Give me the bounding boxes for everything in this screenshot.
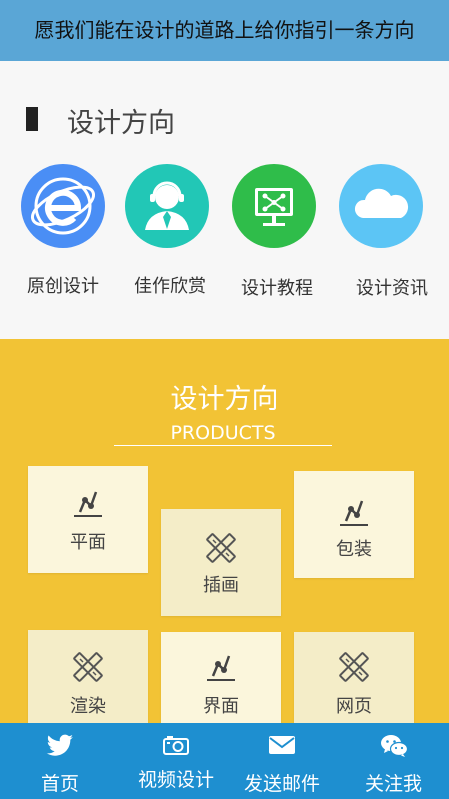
products-title: 设计方向 xyxy=(170,384,279,415)
nav-home[interactable]: 首页 xyxy=(0,723,120,799)
section-marker xyxy=(26,107,38,131)
pencil-ruler-icon xyxy=(206,533,236,563)
banner-text: 愿我们能在设计的道路上给你指引一条方向 xyxy=(34,18,415,42)
circle-label-showcase[interactable]: 佳作欣赏 xyxy=(122,272,218,298)
ie-browser-icon xyxy=(31,177,95,235)
nav-label: 发送邮件 xyxy=(243,773,320,795)
nav-label: 关注我 xyxy=(364,773,422,795)
bottom-nav: 首页 视频设计 发送邮件 关注我 xyxy=(0,723,449,799)
card-label: 渲染 xyxy=(70,696,106,717)
card-graphic[interactable]: 平面 xyxy=(28,466,148,573)
support-agent-icon xyxy=(145,181,189,230)
card-packaging[interactable]: 包装 xyxy=(294,471,414,578)
products-subtitle: PRODUCTS xyxy=(114,421,332,446)
card-interface[interactable]: 界面 xyxy=(161,632,281,724)
presentation-icon xyxy=(255,188,293,226)
circle-label-original[interactable]: 原创设计 xyxy=(18,272,108,298)
card-label: 界面 xyxy=(203,696,239,717)
nav-label: 视频设计 xyxy=(137,769,214,791)
card-render[interactable]: 渲染 xyxy=(28,630,148,724)
nav-label: 首页 xyxy=(40,773,79,795)
news-button[interactable] xyxy=(339,164,423,248)
nav-video[interactable]: 视频设计 xyxy=(117,723,235,799)
tutorial-button[interactable] xyxy=(232,164,316,248)
card-illustration[interactable]: 插画 xyxy=(161,509,281,616)
card-label: 插画 xyxy=(203,575,239,596)
pencil-ruler-icon xyxy=(73,652,103,682)
nav-follow[interactable]: 关注我 xyxy=(338,723,449,799)
nav-mail[interactable]: 发送邮件 xyxy=(226,723,338,799)
circle-label-tutorial[interactable]: 设计教程 xyxy=(229,274,325,300)
section-title: 设计方向 xyxy=(67,108,175,139)
card-label: 平面 xyxy=(70,532,106,553)
camera-icon xyxy=(163,736,189,755)
cloud-icon xyxy=(354,188,409,218)
wechat-icon xyxy=(380,735,408,757)
circle-label-news[interactable]: 设计资讯 xyxy=(344,274,440,300)
vector-pen-icon xyxy=(340,500,368,526)
pencil-ruler-icon xyxy=(339,652,369,682)
original-design-button[interactable] xyxy=(21,164,105,248)
vector-pen-icon xyxy=(74,491,102,517)
card-webpage[interactable]: 网页 xyxy=(294,632,414,724)
card-label: 网页 xyxy=(336,696,372,717)
mail-icon xyxy=(269,736,295,754)
showcase-button[interactable] xyxy=(125,164,209,248)
vector-pen-icon xyxy=(207,655,235,681)
twitter-bird-icon xyxy=(46,734,73,756)
card-label: 包装 xyxy=(336,539,372,560)
